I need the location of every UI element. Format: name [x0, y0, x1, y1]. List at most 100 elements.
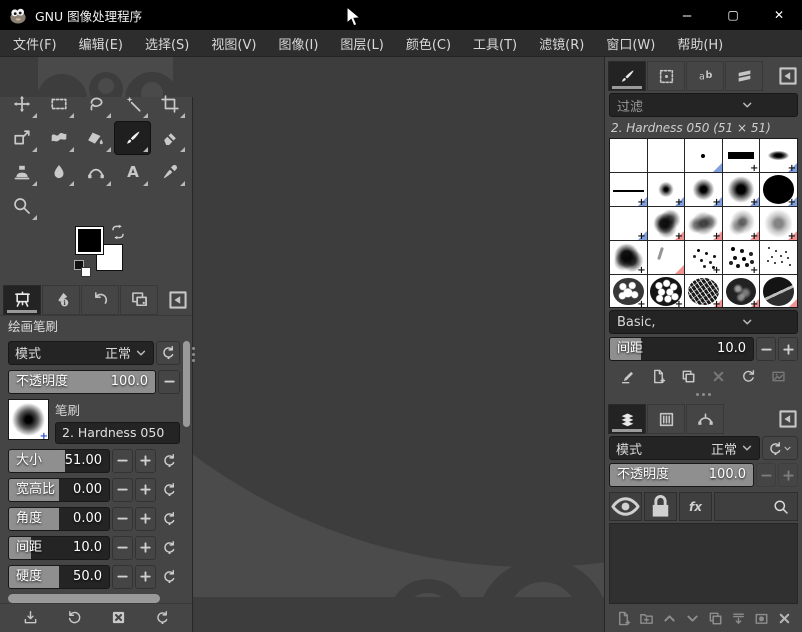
- left-dock-tab-images[interactable]: [120, 285, 158, 315]
- close-button[interactable]: ✕: [756, 0, 802, 30]
- tool-paths[interactable]: [77, 155, 114, 189]
- layers-dock-tab-paths[interactable]: [686, 404, 724, 434]
- brush-cell-8[interactable]: +: [685, 173, 722, 206]
- minimize-button[interactable]: –: [664, 0, 710, 30]
- tool-options-hscrollbar[interactable]: [8, 594, 160, 603]
- opacity-decrease-button[interactable]: [158, 370, 180, 394]
- brush-filter-input[interactable]: 过滤: [609, 93, 798, 117]
- size-slider[interactable]: 大小51.00: [8, 449, 110, 473]
- color-area[interactable]: [0, 224, 192, 283]
- brush-cell-14[interactable]: +: [723, 207, 760, 240]
- brushes-dock-tab-gradients[interactable]: [725, 61, 763, 91]
- layers-dock-tab-channels[interactable]: [647, 404, 685, 434]
- menu-item-6[interactable]: 图层(L): [329, 29, 394, 58]
- layers-dock-tab-layers[interactable]: [608, 404, 646, 434]
- tool-rectangle-select[interactable]: [40, 87, 77, 121]
- swap-colors-icon[interactable]: [110, 224, 126, 240]
- aspect-ratio-increase-button[interactable]: [135, 478, 156, 502]
- tool-smudge[interactable]: [40, 155, 77, 189]
- brush-cell-9[interactable]: +: [723, 173, 760, 206]
- tool-crop[interactable]: [151, 87, 188, 121]
- brushes-dock-tab-menu-button[interactable]: [777, 65, 799, 87]
- default-colors-mini-swatch-bg[interactable]: [81, 267, 91, 277]
- tool-paintbrush[interactable]: [114, 121, 151, 155]
- spacing-slider[interactable]: 间距10.0: [8, 536, 110, 560]
- tool-options-scrollbar[interactable]: [183, 341, 190, 427]
- size-reset-button[interactable]: [158, 449, 180, 473]
- layers-list-empty[interactable]: [609, 523, 798, 604]
- layer-search-field[interactable]: [714, 492, 798, 521]
- spacing-decrease-button[interactable]: [756, 337, 776, 361]
- angle-reset-button[interactable]: [158, 507, 180, 531]
- new-brush-button[interactable]: [645, 365, 671, 389]
- brush-cell-22[interactable]: +: [648, 275, 685, 308]
- brushes-dock-tab-fonts[interactable]: ab: [686, 61, 724, 91]
- brush-cell-10[interactable]: +: [760, 173, 797, 206]
- layers-dock-tab-menu-button[interactable]: [777, 408, 799, 430]
- brush-cell-2[interactable]: [648, 139, 685, 172]
- menu-item-7[interactable]: 颜色(C): [395, 29, 462, 58]
- merge-down-button[interactable]: [728, 606, 748, 630]
- angle-decrease-button[interactable]: [112, 507, 133, 531]
- delete-tool-options-button[interactable]: [105, 606, 131, 630]
- tool-text[interactable]: A: [114, 155, 151, 189]
- brush-cell-13[interactable]: +: [685, 207, 722, 240]
- reset-mode-button[interactable]: [156, 341, 180, 365]
- layer-opacity-slider[interactable]: 不透明度 100.0: [609, 463, 754, 487]
- tool-color-picker[interactable]: [151, 155, 188, 189]
- brush-cell-21[interactable]: +: [610, 275, 647, 308]
- new-layer-button[interactable]: [613, 606, 633, 630]
- aspect-ratio-decrease-button[interactable]: [112, 478, 133, 502]
- size-decrease-button[interactable]: [112, 449, 133, 473]
- duplicate-brush-button[interactable]: [675, 365, 701, 389]
- restore-tool-options-button[interactable]: [61, 606, 87, 630]
- left-dock-tab-device-status[interactable]: i: [42, 285, 80, 315]
- effects-column-button[interactable]: fx: [679, 492, 712, 521]
- tool-free-select[interactable]: [77, 87, 114, 121]
- tool-fuzzy-select[interactable]: [114, 87, 151, 121]
- brush-cell-1[interactable]: [610, 139, 647, 172]
- open-brush-as-image-button[interactable]: [766, 365, 792, 389]
- brush-cell-16[interactable]: +: [610, 241, 647, 274]
- angle-slider[interactable]: 角度0.00: [8, 507, 110, 531]
- lock-column-button[interactable]: [644, 492, 677, 521]
- reset-tool-options-button[interactable]: [149, 606, 175, 630]
- delete-brush-button[interactable]: [706, 365, 732, 389]
- tool-bucket-fill[interactable]: [77, 121, 114, 155]
- delete-layer-button[interactable]: [774, 606, 794, 630]
- brush-cell-7[interactable]: +: [648, 173, 685, 206]
- add-layer-mask-button[interactable]: [751, 606, 771, 630]
- menu-item-8[interactable]: 工具(T): [462, 29, 528, 58]
- brush-cell-3[interactable]: [685, 139, 722, 172]
- blend-space-reset-button[interactable]: [762, 436, 798, 460]
- size-increase-button[interactable]: [135, 449, 156, 473]
- hardness-increase-button[interactable]: [135, 565, 156, 589]
- foreground-color-swatch[interactable]: [76, 227, 103, 254]
- menu-item-2[interactable]: 编辑(E): [68, 29, 134, 58]
- brush-cell-18[interactable]: +: [685, 241, 722, 274]
- brush-cell-5[interactable]: +: [760, 139, 797, 172]
- raise-layer-button[interactable]: [659, 606, 679, 630]
- brushes-dock-tab-brushes[interactable]: [608, 61, 646, 91]
- menu-item-1[interactable]: 文件(F): [2, 29, 68, 58]
- brush-spacing-slider[interactable]: 间距 10.0: [609, 337, 754, 361]
- empty-canvas-area[interactable]: [193, 57, 604, 632]
- visibility-column-button[interactable]: [609, 492, 642, 521]
- left-dock-tab-undo-history[interactable]: [81, 285, 119, 315]
- edit-brush-button[interactable]: [615, 365, 641, 389]
- layer-mode-select[interactable]: 模式 正常: [609, 436, 760, 460]
- aspect-ratio-reset-button[interactable]: [158, 478, 180, 502]
- menu-item-4[interactable]: 视图(V): [200, 29, 267, 58]
- left-dock-tab-menu-button[interactable]: [167, 289, 189, 311]
- menu-item-5[interactable]: 图像(I): [267, 29, 329, 58]
- new-layer-group-button[interactable]: [636, 606, 656, 630]
- brush-preview-thumbnail[interactable]: [8, 399, 49, 440]
- tool-transform[interactable]: [3, 121, 40, 155]
- refresh-brushes-button[interactable]: [736, 365, 762, 389]
- spacing-increase-button[interactable]: [778, 337, 798, 361]
- left-dock-tab-tool-options[interactable]: [3, 285, 41, 315]
- layer-opacity-decrease-button[interactable]: [756, 463, 776, 487]
- hardness-slider[interactable]: 硬度50.0: [8, 565, 110, 589]
- menu-item-10[interactable]: 窗口(W): [595, 29, 666, 58]
- brush-name-field[interactable]: 2. Hardness 050: [55, 422, 180, 444]
